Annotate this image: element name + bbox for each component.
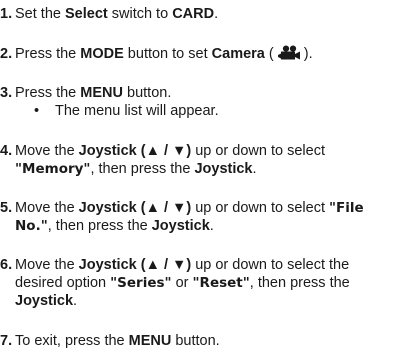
step-number: 4. — [0, 143, 13, 159]
text-run: , then press the — [249, 275, 350, 291]
text-run: "Series" — [110, 275, 172, 291]
sub-bullet-text: The menu list will appear. — [55, 103, 219, 119]
step-text: Press the MENU button. • The menu list w… — [15, 84, 400, 119]
text-run: MENU — [80, 85, 123, 101]
bullet-dot: • — [34, 103, 40, 119]
text-run: or — [171, 275, 193, 291]
step-text: To exit, press the MENU button. — [15, 332, 400, 350]
text-run: Joystick — [15, 293, 74, 309]
instruction-page: 1. Set the Select switch to CARD. 2. Pre… — [0, 0, 402, 355]
text-run: button. — [171, 333, 220, 349]
text-run: Joystick (▲ / ▼) — [78, 200, 192, 216]
text-run: CARD — [172, 6, 215, 22]
text-run: button to set — [123, 46, 212, 62]
step-text: Set the Select switch to CARD. — [15, 5, 400, 23]
text-run: Joystick (▲ / ▼) — [78, 257, 192, 273]
text-run: Press the — [15, 46, 81, 62]
text-run: "Reset" — [192, 275, 250, 291]
text-run: To exit, press the — [15, 333, 129, 349]
text-run: , then press the — [47, 218, 152, 234]
text-run: Press the — [15, 85, 81, 101]
text-run: . — [73, 293, 78, 309]
camera-icon — [277, 45, 300, 65]
text-run: switch to — [107, 6, 173, 22]
text-run: MODE — [80, 46, 124, 62]
text-run: up or down to select — [191, 143, 325, 159]
text-run: ( — [264, 46, 278, 62]
step-text: Move the Joystick (▲ / ▼) up or down to … — [15, 256, 400, 310]
text-run: Move the — [15, 257, 79, 273]
text-run: . — [214, 6, 219, 22]
text-run: . — [209, 218, 214, 234]
step-text: Move the Joystick (▲ / ▼) up or down to … — [15, 142, 400, 178]
text-run: Move the — [15, 143, 79, 159]
text-run: Camera — [211, 46, 265, 62]
text-run: Select — [64, 6, 108, 22]
text-run: Joystick (▲ / ▼) — [78, 143, 192, 159]
step-number: 1. — [0, 6, 13, 22]
step-number: 2. — [0, 46, 13, 62]
step-text: Move the Joystick (▲ / ▼) up or down to … — [15, 199, 400, 235]
step-number: 5. — [0, 200, 13, 216]
text-run: MENU — [128, 333, 172, 349]
text-run: "Memory" — [15, 161, 91, 177]
text-run: Move the — [15, 200, 79, 216]
text-run: button. — [122, 85, 172, 101]
text-run: , then press the — [90, 161, 195, 177]
step-number: 3. — [0, 85, 13, 101]
text-run: Set the — [15, 6, 65, 22]
text-run: . — [252, 161, 257, 177]
step-number: 6. — [0, 257, 13, 273]
text-run: Joystick — [151, 218, 210, 234]
step-text: Press the MODE button to set Camera ( ). — [15, 45, 400, 65]
text-run: ). — [299, 46, 313, 62]
text-run: Joystick — [194, 161, 253, 177]
step-number: 7. — [0, 333, 13, 349]
text-run: up or down to select — [191, 200, 330, 216]
